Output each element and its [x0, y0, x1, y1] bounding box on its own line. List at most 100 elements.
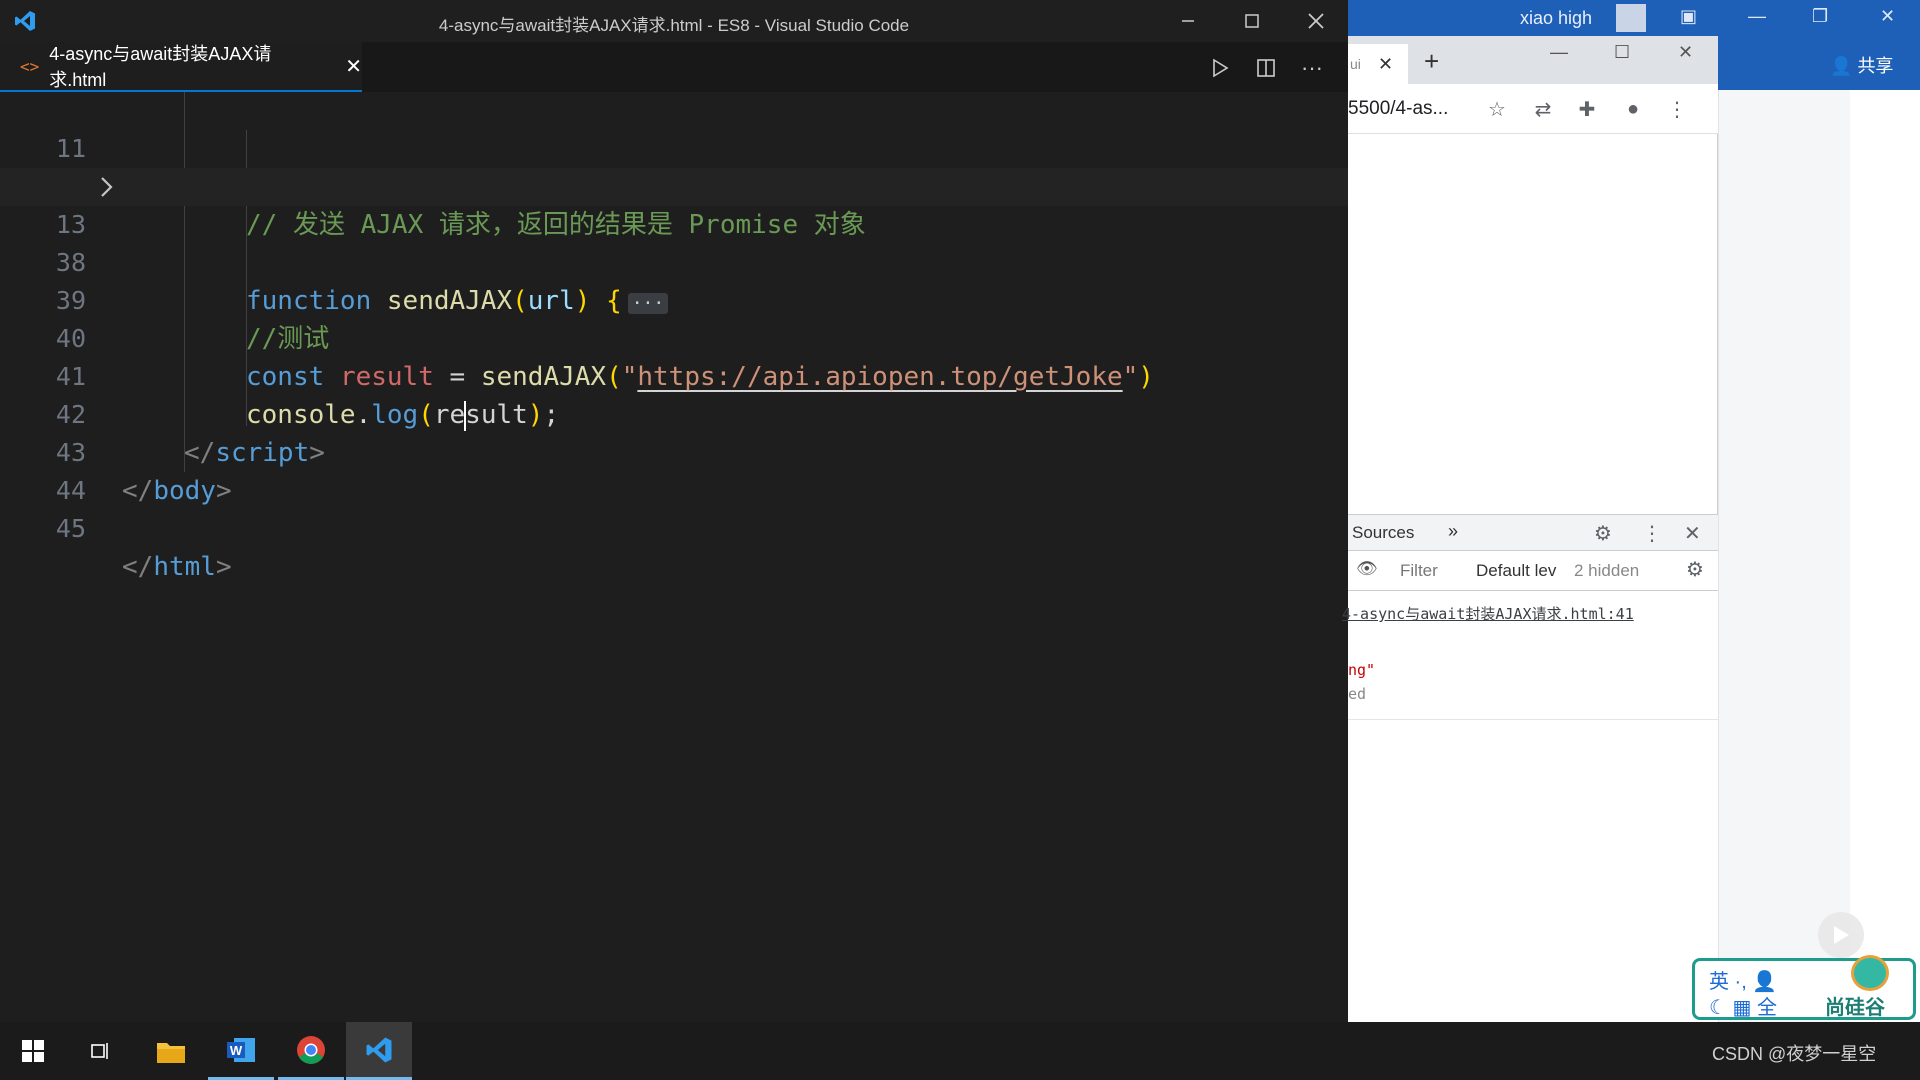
- vscode-button[interactable]: [346, 1022, 412, 1080]
- outer-window-title-bar: xiao high ▣ — ❐ ✕: [1348, 0, 1920, 36]
- close-icon: [1308, 13, 1324, 29]
- fold-chevron-icon[interactable]: [94, 168, 118, 206]
- chrome-button[interactable]: [278, 1022, 344, 1080]
- console-settings-icon[interactable]: ⚙: [1686, 557, 1704, 582]
- side-panel: [1718, 90, 1850, 1022]
- start-button[interactable]: [0, 1022, 66, 1080]
- devtools-tab-bar: Sources » ⚙ ⋮ ✕: [1348, 515, 1718, 551]
- console-source-link[interactable]: 4-async与await封装AJAX请求.html:41: [1342, 603, 1634, 624]
- more-actions-button[interactable]: ···: [1298, 54, 1326, 82]
- eye-icon[interactable]: 👁: [1356, 559, 1378, 579]
- tab-close-icon[interactable]: ✕: [1378, 54, 1393, 75]
- watermark: CSDN @夜梦一星空: [1712, 1044, 1877, 1064]
- console-filter-bar: 👁 Filter Default lev 2 hidden ⚙: [1348, 551, 1718, 591]
- chrome-window: ui ✕ + — ☐ ✕ 5500/4-as... ☆ ⇄ ✚ ● ⋮ Sour…: [1342, 36, 1718, 1023]
- editor-tab[interactable]: <> 4-async与await封装AJAX请求.html ✕: [0, 42, 362, 92]
- share-bar: 👤 共享: [1718, 36, 1920, 90]
- more-tabs-icon[interactable]: »: [1448, 521, 1458, 542]
- play-icon: [1213, 58, 1229, 78]
- taskbar: W CSDN @夜梦一星空: [0, 1022, 1920, 1080]
- hidden-count: 2 hidden: [1574, 561, 1640, 580]
- code-editor[interactable]: 11 <script> 12 // 发送 AJAX 请求，返回的结果是 Prom…: [0, 92, 1348, 1022]
- close-icon[interactable]: ✕: [1678, 42, 1693, 63]
- code-line: 11 <script>: [0, 92, 1348, 202]
- maximize-icon: [1245, 14, 1259, 28]
- window-layout-icon[interactable]: ▣: [1680, 6, 1697, 27]
- start-icon: [22, 1040, 44, 1062]
- code-line: 40 const result = sendAJAX("https://api.…: [0, 282, 1348, 392]
- task-view-icon: [91, 1043, 108, 1059]
- brand-logo-text: 尚硅谷: [1825, 997, 1885, 1019]
- vscode-window: 4-async与await封装AJAX请求.html - ES8 - Visua…: [0, 0, 1348, 1022]
- code-line: 41 console.log(result);: [0, 320, 1348, 431]
- run-button[interactable]: [1206, 54, 1234, 82]
- close-icon[interactable]: ✕: [1880, 6, 1895, 27]
- minimize-icon[interactable]: —: [1550, 42, 1568, 63]
- code-line: 12 // 发送 AJAX 请求，返回的结果是 Promise 对象: [0, 130, 1348, 240]
- console-output: 4-async与await封装AJAX请求.html:41 ng" ed: [1342, 591, 1718, 1023]
- word-button[interactable]: W: [208, 1022, 274, 1080]
- divider: [1348, 719, 1718, 720]
- filter-input[interactable]: Filter: [1400, 561, 1438, 581]
- task-view-button[interactable]: [68, 1022, 134, 1080]
- minimize-icon: [1182, 20, 1194, 22]
- split-editor-button[interactable]: [1252, 54, 1280, 82]
- maximize-button[interactable]: [1222, 0, 1282, 42]
- star-icon[interactable]: ☆: [1484, 96, 1510, 122]
- chrome-tab[interactable]: ui ✕: [1348, 44, 1408, 84]
- editor-tab-label: 4-async与await封装AJAX请求.html: [49, 44, 272, 90]
- file-explorer-icon: [157, 1043, 185, 1063]
- person-icon: 👤: [1830, 56, 1853, 76]
- code-line: 45 </html>: [0, 472, 1348, 582]
- title-bar: 4-async与await封装AJAX请求.html - ES8 - Visua…: [0, 0, 1348, 42]
- html-file-icon: <>: [20, 56, 40, 76]
- ime-toolbar[interactable]: 英 ·, 👤 ☾ ▦ 全 尚硅谷: [1692, 955, 1916, 1020]
- console-value: ed: [1348, 685, 1367, 703]
- address-bar[interactable]: 5500/4-as...: [1348, 98, 1448, 120]
- avatar[interactable]: [1616, 4, 1646, 32]
- video-play-icon[interactable]: [1818, 912, 1864, 958]
- user-name: xiao high: [1520, 8, 1593, 28]
- split-editor-icon: [1257, 59, 1275, 77]
- devtools-panel: Sources » ⚙ ⋮ ✕ 👁 Filter Default lev 2 h…: [1342, 514, 1718, 1023]
- tab-sources[interactable]: Sources: [1352, 523, 1414, 543]
- ime-language[interactable]: 英 ·, 👤: [1709, 965, 1777, 994]
- close-button[interactable]: [1286, 0, 1346, 42]
- new-tab-icon[interactable]: +: [1424, 46, 1439, 77]
- line-number: 45: [55, 514, 86, 543]
- ime-mode[interactable]: ☾ ▦ 全: [1709, 991, 1777, 1020]
- window-title: 4-async与await封装AJAX请求.html - ES8 - Visua…: [438, 16, 910, 35]
- word-icon: W: [227, 1037, 255, 1062]
- mascot-icon: [1851, 955, 1889, 991]
- code-line: 42 </script>: [0, 358, 1348, 468]
- restore-icon[interactable]: ❐: [1812, 6, 1828, 27]
- menu-icon[interactable]: ⋮: [1664, 96, 1690, 122]
- minimize-icon[interactable]: —: [1748, 6, 1766, 27]
- settings-icon[interactable]: ⚙: [1594, 521, 1612, 546]
- share-label: 共享: [1857, 56, 1894, 76]
- minimize-button[interactable]: [1158, 0, 1218, 42]
- profile-icon[interactable]: ●: [1620, 96, 1646, 122]
- file-explorer-button[interactable]: [138, 1022, 204, 1080]
- extensions-icon[interactable]: ✚: [1574, 96, 1600, 122]
- vscode-icon: [366, 1037, 392, 1062]
- chrome-toolbar: 5500/4-as... ☆ ⇄ ✚ ● ⋮: [1348, 84, 1718, 134]
- chrome-icon: [297, 1035, 325, 1064]
- console-value: ng": [1348, 661, 1376, 679]
- editor-tab-bar: <> 4-async与await封装AJAX请求.html ✕ ···: [0, 42, 1348, 92]
- close-icon[interactable]: ✕: [1684, 521, 1701, 546]
- log-level-select[interactable]: Default lev: [1476, 561, 1556, 581]
- code-line: 38: [0, 206, 1348, 277]
- chrome-tab-strip: ui ✕ + — ☐ ✕: [1348, 36, 1718, 84]
- browser-area: xiao high ▣ — ❐ ✕ 👤 共享 ui ✕ + — ☐ ✕ 5500…: [1342, 0, 1920, 1023]
- chrome-tab-title: ui: [1350, 56, 1361, 72]
- share-button[interactable]: 👤 共享: [1830, 52, 1893, 78]
- code-line: 43 </body>: [0, 396, 1348, 506]
- translate-icon[interactable]: ⇄: [1530, 96, 1556, 122]
- code-token: html: [153, 552, 216, 582]
- tab-close-icon[interactable]: ✕: [345, 54, 362, 79]
- kebab-menu-icon[interactable]: ⋮: [1642, 521, 1662, 546]
- code-line: 13 function sendAJAX(url) {···: [0, 168, 1348, 316]
- svg-text:W: W: [230, 1043, 243, 1058]
- maximize-icon[interactable]: ☐: [1614, 42, 1630, 63]
